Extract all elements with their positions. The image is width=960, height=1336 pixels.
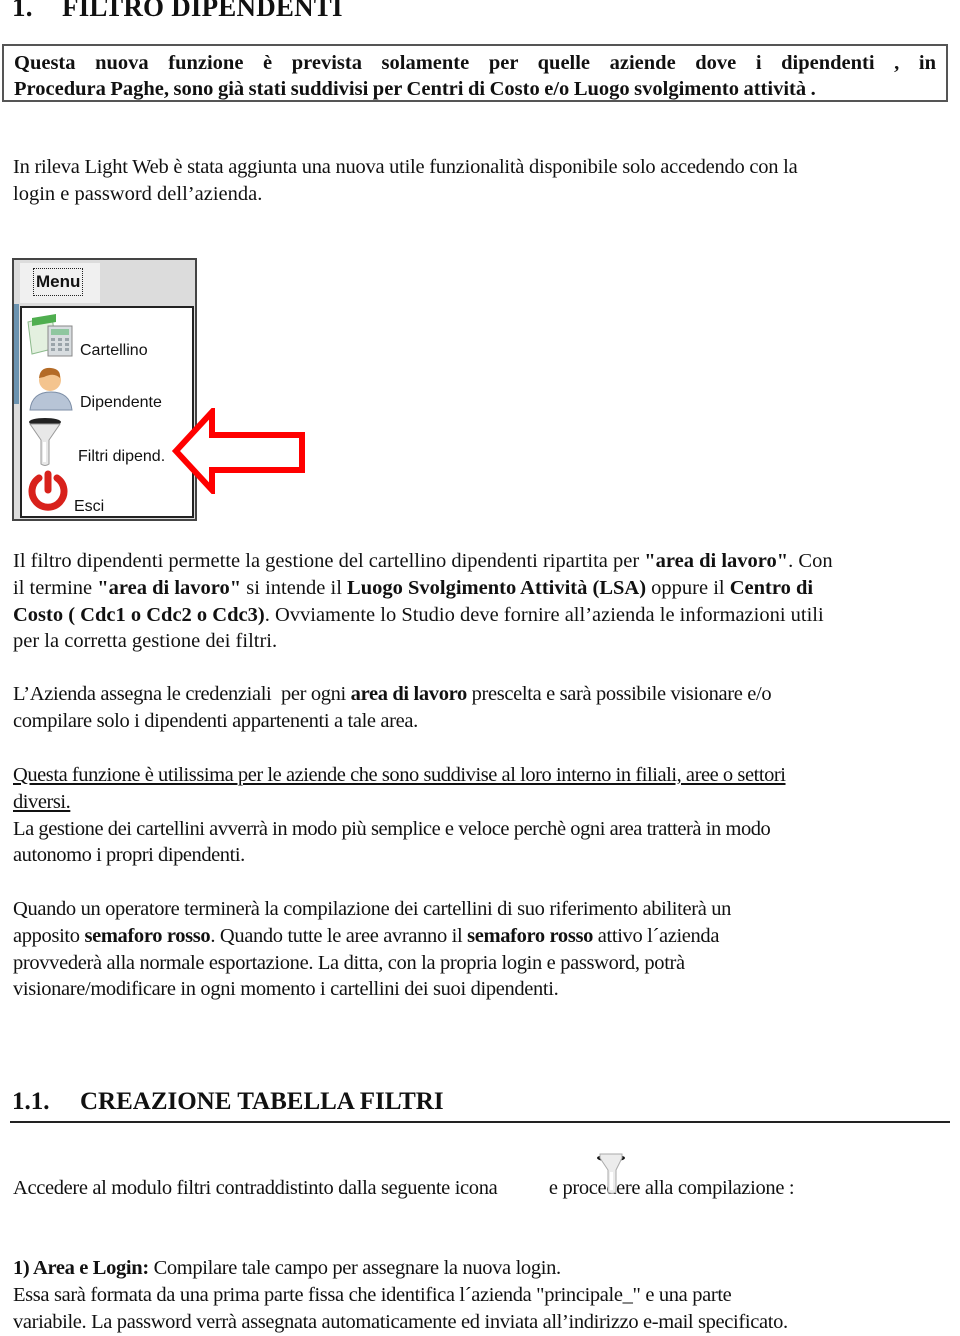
text-line: 1) Area e Login: Compilare tale campo pe… — [13, 1255, 953, 1282]
section-heading: 1. FILTRO DIPENDENTI — [12, 0, 343, 23]
spreadsheet-calculator-icon — [26, 312, 76, 363]
menu-item-dipendente[interactable]: Dipendente — [22, 362, 192, 416]
notice-line: Procedura Paghe, sono già stati suddivis… — [14, 78, 816, 100]
menu-item-label: Cartellino — [80, 342, 148, 359]
text-line: il termine "area di lavoro" si intende i… — [13, 575, 953, 602]
text-line: visionare/modificare in ogni momento i c… — [13, 978, 559, 1001]
subsection-heading: 1.1. CREAZIONE TABELLA FILTRI — [12, 1088, 444, 1116]
section-number: 1. — [12, 0, 33, 22]
bold-term: semaforo rosso — [84, 924, 211, 947]
filter-paragraph: Il filtro dipendenti permette la gestion… — [13, 548, 953, 655]
underlined-line: diversi. — [13, 790, 71, 813]
power-icon — [26, 470, 70, 519]
bold-term: "area di lavoro" — [644, 550, 789, 572]
notice-line: Questa nuova funzione è prevista solamen… — [14, 52, 936, 74]
menu-item-label: Esci — [74, 498, 105, 515]
menu-dropdown: Cartellino Dipendente Filtri dipend. Esc… — [20, 306, 194, 518]
text-line: Quando un operatore terminerà la compila… — [13, 898, 732, 920]
text-line: In rileva Light Web è stata aggiunta una… — [13, 156, 798, 178]
text-line: L’Azienda assegna le credenziali per ogn… — [13, 681, 953, 708]
text-span: apposito — [13, 924, 85, 947]
text-line: Essa sarà formata da una prima parte fis… — [13, 1283, 732, 1306]
credentials-paragraph: L’Azienda assegna le credenziali per ogn… — [13, 681, 953, 735]
text-span: L’Azienda assegna le credenziali per ogn… — [13, 683, 351, 705]
user-icon — [26, 364, 76, 417]
menu-side-strip — [14, 304, 19, 404]
menu-tab[interactable]: Menu — [20, 263, 100, 303]
access-line: Accedere al modulo filtri contraddistint… — [13, 1175, 953, 1202]
intro-paragraph: In rileva Light Web è stata aggiunta una… — [13, 154, 953, 208]
text-line: Il filtro dipendenti permette la gestion… — [13, 548, 953, 575]
notice-box: Questa nuova funzione è prevista solamen… — [2, 44, 948, 102]
text-span: il termine — [13, 576, 98, 599]
text-span: si intende il — [241, 576, 348, 599]
text-span: . Quando tutte le aree avranno il — [210, 924, 468, 947]
text-span: attivo l´azienda — [592, 924, 720, 947]
heading-rule — [10, 1121, 950, 1123]
funnel-icon — [597, 1153, 625, 1194]
text-line: login e password dell’azienda. — [13, 182, 263, 205]
section-title: FILTRO DIPENDENTI — [62, 0, 343, 22]
text-span: Accedere al modulo filtri contraddistint… — [13, 1177, 498, 1199]
subsection-title: CREAZIONE TABELLA FILTRI — [80, 1088, 444, 1115]
text-span: . Con — [788, 550, 833, 572]
subsection-number: 1.1. — [12, 1088, 50, 1115]
menu-item-filtri-dipend[interactable]: Filtri dipend. — [22, 416, 192, 470]
text-line: Costo ( Cdc1 o Cdc2 o Cdc3). Ovviamente … — [13, 602, 953, 629]
menu-item-cartellino[interactable]: Cartellino — [22, 308, 192, 362]
funnel-icon — [26, 416, 66, 473]
bold-term: area di lavoro — [350, 683, 468, 705]
menu-item-label: Dipendente — [80, 394, 162, 411]
bold-term: Costo ( Cdc1 o Cdc2 o Cdc3) — [13, 603, 265, 626]
text-line: provvederà alla normale esportazione. La… — [13, 951, 685, 974]
menu-tab-label: Menu — [33, 268, 84, 296]
bold-term: "area di lavoro" — [97, 576, 242, 599]
bold-term: Centro di — [729, 576, 814, 599]
text-span: Il filtro dipendenti permette la gestion… — [13, 550, 645, 572]
semaphore-paragraph: Quando un operatore terminerà la compila… — [13, 896, 953, 1003]
text-line: autonomo i propri dipendenti. — [13, 844, 245, 867]
menu-item-label: Filtri dipend. — [78, 448, 166, 465]
text-line: apposito semaforo rosso. Quando tutte le… — [13, 923, 953, 950]
text-line: variabile. La password verrà assegnata a… — [13, 1310, 788, 1333]
highlight-arrow-icon — [171, 408, 305, 494]
text-span: . Ovviamente lo Studio deve fornire all’… — [264, 603, 824, 626]
text-line: La gestione dei cartellini avverrà in mo… — [13, 817, 771, 840]
step-label: 1) Area e Login: — [13, 1257, 149, 1279]
bold-term: Luogo Svolgimento Attività (LSA) — [347, 576, 647, 599]
text-span: oppure il — [646, 576, 730, 599]
text-line: per la corretta gestione dei filtri. — [13, 630, 278, 653]
usefulness-paragraph: Questa funzione è utilissima per le azie… — [13, 762, 953, 869]
text-line: compilare solo i dipendenti appartenenti… — [13, 709, 418, 732]
step-1-paragraph: 1) Area e Login: Compilare tale campo pe… — [13, 1255, 953, 1335]
underlined-line: Questa funzione è utilissima per le azie… — [13, 764, 786, 786]
text-span: Compilare tale campo per assegnare la nu… — [148, 1257, 562, 1279]
text-span: e procedere alla compilazione : — [548, 1177, 795, 1199]
text-span: prescelta e sarà possibile visionare e/o — [466, 683, 772, 705]
bold-term: semaforo rosso — [467, 924, 593, 947]
menu-item-esci[interactable]: Esci — [22, 468, 192, 522]
